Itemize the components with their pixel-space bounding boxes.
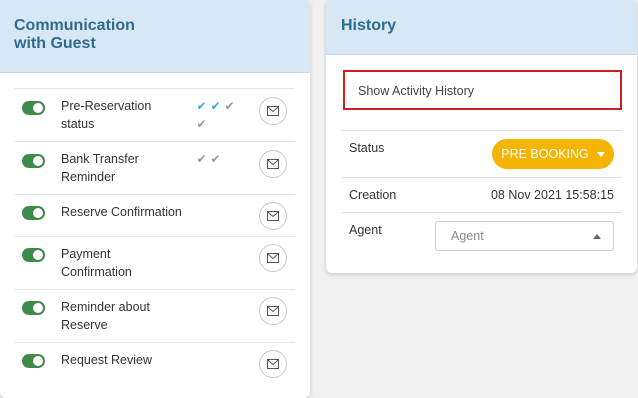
agent-label: Agent xyxy=(349,223,382,237)
send-email-button[interactable] xyxy=(259,297,287,325)
caret-up-icon xyxy=(593,234,601,239)
creation-label: Creation xyxy=(349,188,397,202)
communication-title-line1: Communication xyxy=(14,17,135,34)
checkmark-icon: ✔ xyxy=(224,99,236,113)
communication-item-reminder-reserve: Reminder about Reserve xyxy=(15,289,295,342)
communication-item-label: Bank Transfer Reminder xyxy=(61,152,139,184)
history-creation-row: Creation 08 Nov 2021 15:58:15 xyxy=(341,177,622,212)
envelope-icon xyxy=(267,306,279,316)
communication-item-pre-reservation: Pre-Reservation status ✔ ✔ ✔ ✔ xyxy=(15,88,295,141)
toggle-switch-icon[interactable] xyxy=(22,354,45,368)
status-value: PRE BOOKING xyxy=(501,147,589,161)
communication-item-reserve-confirmation: Reserve Confirmation xyxy=(15,194,295,236)
communication-item-request-review: Request Review xyxy=(15,342,295,382)
delivery-status-checks: ✔ ✔ xyxy=(195,150,245,168)
communication-item-label: Request Review xyxy=(61,353,153,367)
send-email-button[interactable] xyxy=(259,202,287,230)
envelope-icon xyxy=(267,359,279,369)
delivery-status-checks: ✔ ✔ ✔ ✔ xyxy=(195,97,245,133)
checkmark-icon: ✔ xyxy=(196,152,208,166)
communication-item-label: Reserve Confirmation xyxy=(61,205,182,219)
communication-panel-header: Communication with Guest xyxy=(0,0,310,73)
agent-select[interactable]: Agent xyxy=(435,221,614,251)
history-status-row: Status PRE BOOKING xyxy=(341,130,622,177)
creation-value: 08 Nov 2021 15:58:15 xyxy=(490,188,614,202)
toggle-switch-icon[interactable] xyxy=(22,101,45,115)
toggle-switch-icon[interactable] xyxy=(22,206,45,220)
send-email-button[interactable] xyxy=(259,97,287,125)
communication-list: Pre-Reservation status ✔ ✔ ✔ ✔ Bank Transf… xyxy=(15,88,295,382)
show-activity-history-link[interactable]: Show Activity History xyxy=(343,70,622,110)
caret-down-icon xyxy=(596,151,605,157)
agent-select-placeholder: Agent xyxy=(451,229,484,243)
status-label: Status xyxy=(349,141,385,155)
envelope-icon xyxy=(267,211,279,221)
envelope-icon xyxy=(267,159,279,169)
communication-item-label: Pre-Reservation status xyxy=(61,99,152,131)
communication-title-line2: with Guest xyxy=(14,35,96,52)
history-panel: History Show Activity History Status PRE… xyxy=(326,0,637,273)
envelope-icon xyxy=(267,106,279,116)
status-dropdown-button[interactable]: PRE BOOKING xyxy=(492,139,614,169)
checkmark-icon: ✔ xyxy=(210,152,222,166)
send-email-button[interactable] xyxy=(259,150,287,178)
toggle-switch-icon[interactable] xyxy=(22,301,45,315)
history-agent-row: Agent Agent xyxy=(341,212,622,260)
envelope-icon xyxy=(267,253,279,263)
checkmark-icon: ✔ xyxy=(210,99,222,113)
send-email-button[interactable] xyxy=(259,244,287,272)
send-email-button[interactable] xyxy=(259,350,287,378)
communication-panel: Communication with Guest Pre-Reservation… xyxy=(0,0,310,398)
history-panel-header: History xyxy=(326,0,637,55)
history-title: History xyxy=(341,17,397,34)
toggle-switch-icon[interactable] xyxy=(22,248,45,262)
communication-item-label: Reminder about Reserve xyxy=(61,300,150,332)
checkmark-icon: ✔ xyxy=(196,99,208,113)
communication-item-label: Payment Confirmation xyxy=(61,247,132,279)
communication-item-payment-confirmation: Payment Confirmation xyxy=(15,236,295,289)
toggle-switch-icon[interactable] xyxy=(22,154,45,168)
communication-item-bank-transfer: Bank Transfer Reminder ✔ ✔ xyxy=(15,141,295,194)
checkmark-icon: ✔ xyxy=(196,117,208,131)
